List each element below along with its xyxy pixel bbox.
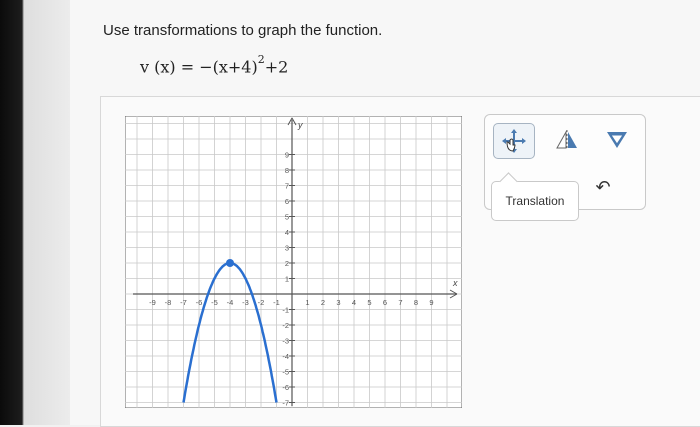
y-tick-label: 9 bbox=[285, 151, 289, 160]
translation-tooltip: Translation bbox=[491, 181, 579, 221]
x-tick-label: 4 bbox=[352, 298, 356, 307]
reflect-tool-button[interactable] bbox=[547, 123, 587, 157]
undo-icon: ↶ bbox=[595, 176, 611, 197]
y-tick-label: -7 bbox=[282, 399, 289, 408]
coordinate-graph[interactable]: x y -9 -8 -7 -6 -5 -4 -3 -2 -1 1 2 3 4 5 6 7 8 9 -7 -6 -5 -4 -3… bbox=[125, 116, 462, 408]
y-tick-label: 6 bbox=[285, 197, 289, 206]
x-tick-label: -6 bbox=[196, 298, 203, 307]
x-axis-label: x bbox=[452, 278, 458, 288]
y-tick-label: -1 bbox=[282, 306, 289, 315]
formula-rhs-tail: +2 bbox=[264, 57, 289, 77]
y-tick-label: 3 bbox=[285, 244, 289, 253]
y-tick-label: 7 bbox=[285, 182, 289, 191]
y-tick-label: -6 bbox=[282, 383, 289, 392]
x-tick-label: -4 bbox=[227, 298, 234, 307]
y-tick-label: 5 bbox=[285, 213, 289, 222]
dilate-tool-button[interactable] bbox=[597, 123, 637, 157]
y-tick-label: 8 bbox=[285, 166, 289, 175]
left-background bbox=[0, 0, 70, 425]
x-tick-label: -7 bbox=[180, 298, 187, 307]
y-axis-label: y bbox=[297, 120, 303, 130]
x-tick-label: 1 bbox=[305, 298, 309, 307]
y-tick-label: 4 bbox=[285, 228, 289, 237]
x-tick-label: 3 bbox=[336, 298, 340, 307]
x-tick-label: 7 bbox=[398, 298, 402, 307]
question-card: Use transformations to graph the functio… bbox=[70, 0, 700, 427]
formula-exponent: 2 bbox=[257, 53, 265, 66]
x-tick-label: -1 bbox=[273, 298, 280, 307]
x-tick-label: 6 bbox=[383, 298, 387, 307]
x-tick-label: -3 bbox=[242, 298, 249, 307]
y-tick-label: 2 bbox=[285, 259, 289, 268]
formula-lhs: v (x) = bbox=[140, 57, 200, 77]
x-tick-label: -5 bbox=[211, 298, 218, 307]
parabola-vertex-point[interactable] bbox=[226, 259, 234, 267]
transformation-toolbox: Translation ↶ bbox=[484, 114, 646, 221]
question-prompt: Use transformations to graph the functio… bbox=[103, 22, 383, 39]
x-tick-label: 2 bbox=[321, 298, 325, 307]
y-tick-label: 1 bbox=[285, 275, 289, 284]
x-tick-label: 5 bbox=[367, 298, 371, 307]
x-tick-label: -8 bbox=[165, 298, 172, 307]
formula-rhs: −(x+4) bbox=[199, 57, 258, 77]
y-tick-label: -4 bbox=[282, 352, 289, 361]
y-tick-label: -3 bbox=[282, 337, 289, 346]
function-formula: v (x) = −(x+4)2+2 bbox=[140, 53, 289, 77]
x-tick-label: 9 bbox=[429, 298, 433, 307]
reflect-triangle-icon bbox=[556, 130, 577, 150]
x-tick-label: -2 bbox=[258, 298, 265, 307]
y-tick-label: -2 bbox=[282, 321, 289, 330]
move-arrows-icon bbox=[502, 129, 526, 153]
dilate-icon bbox=[607, 132, 627, 148]
undo-button[interactable]: ↶ bbox=[589, 173, 617, 201]
y-tick-label: -5 bbox=[282, 368, 289, 377]
translate-tool-button[interactable] bbox=[493, 123, 535, 159]
x-tick-label: -9 bbox=[149, 298, 156, 307]
x-tick-label: 8 bbox=[414, 298, 418, 307]
